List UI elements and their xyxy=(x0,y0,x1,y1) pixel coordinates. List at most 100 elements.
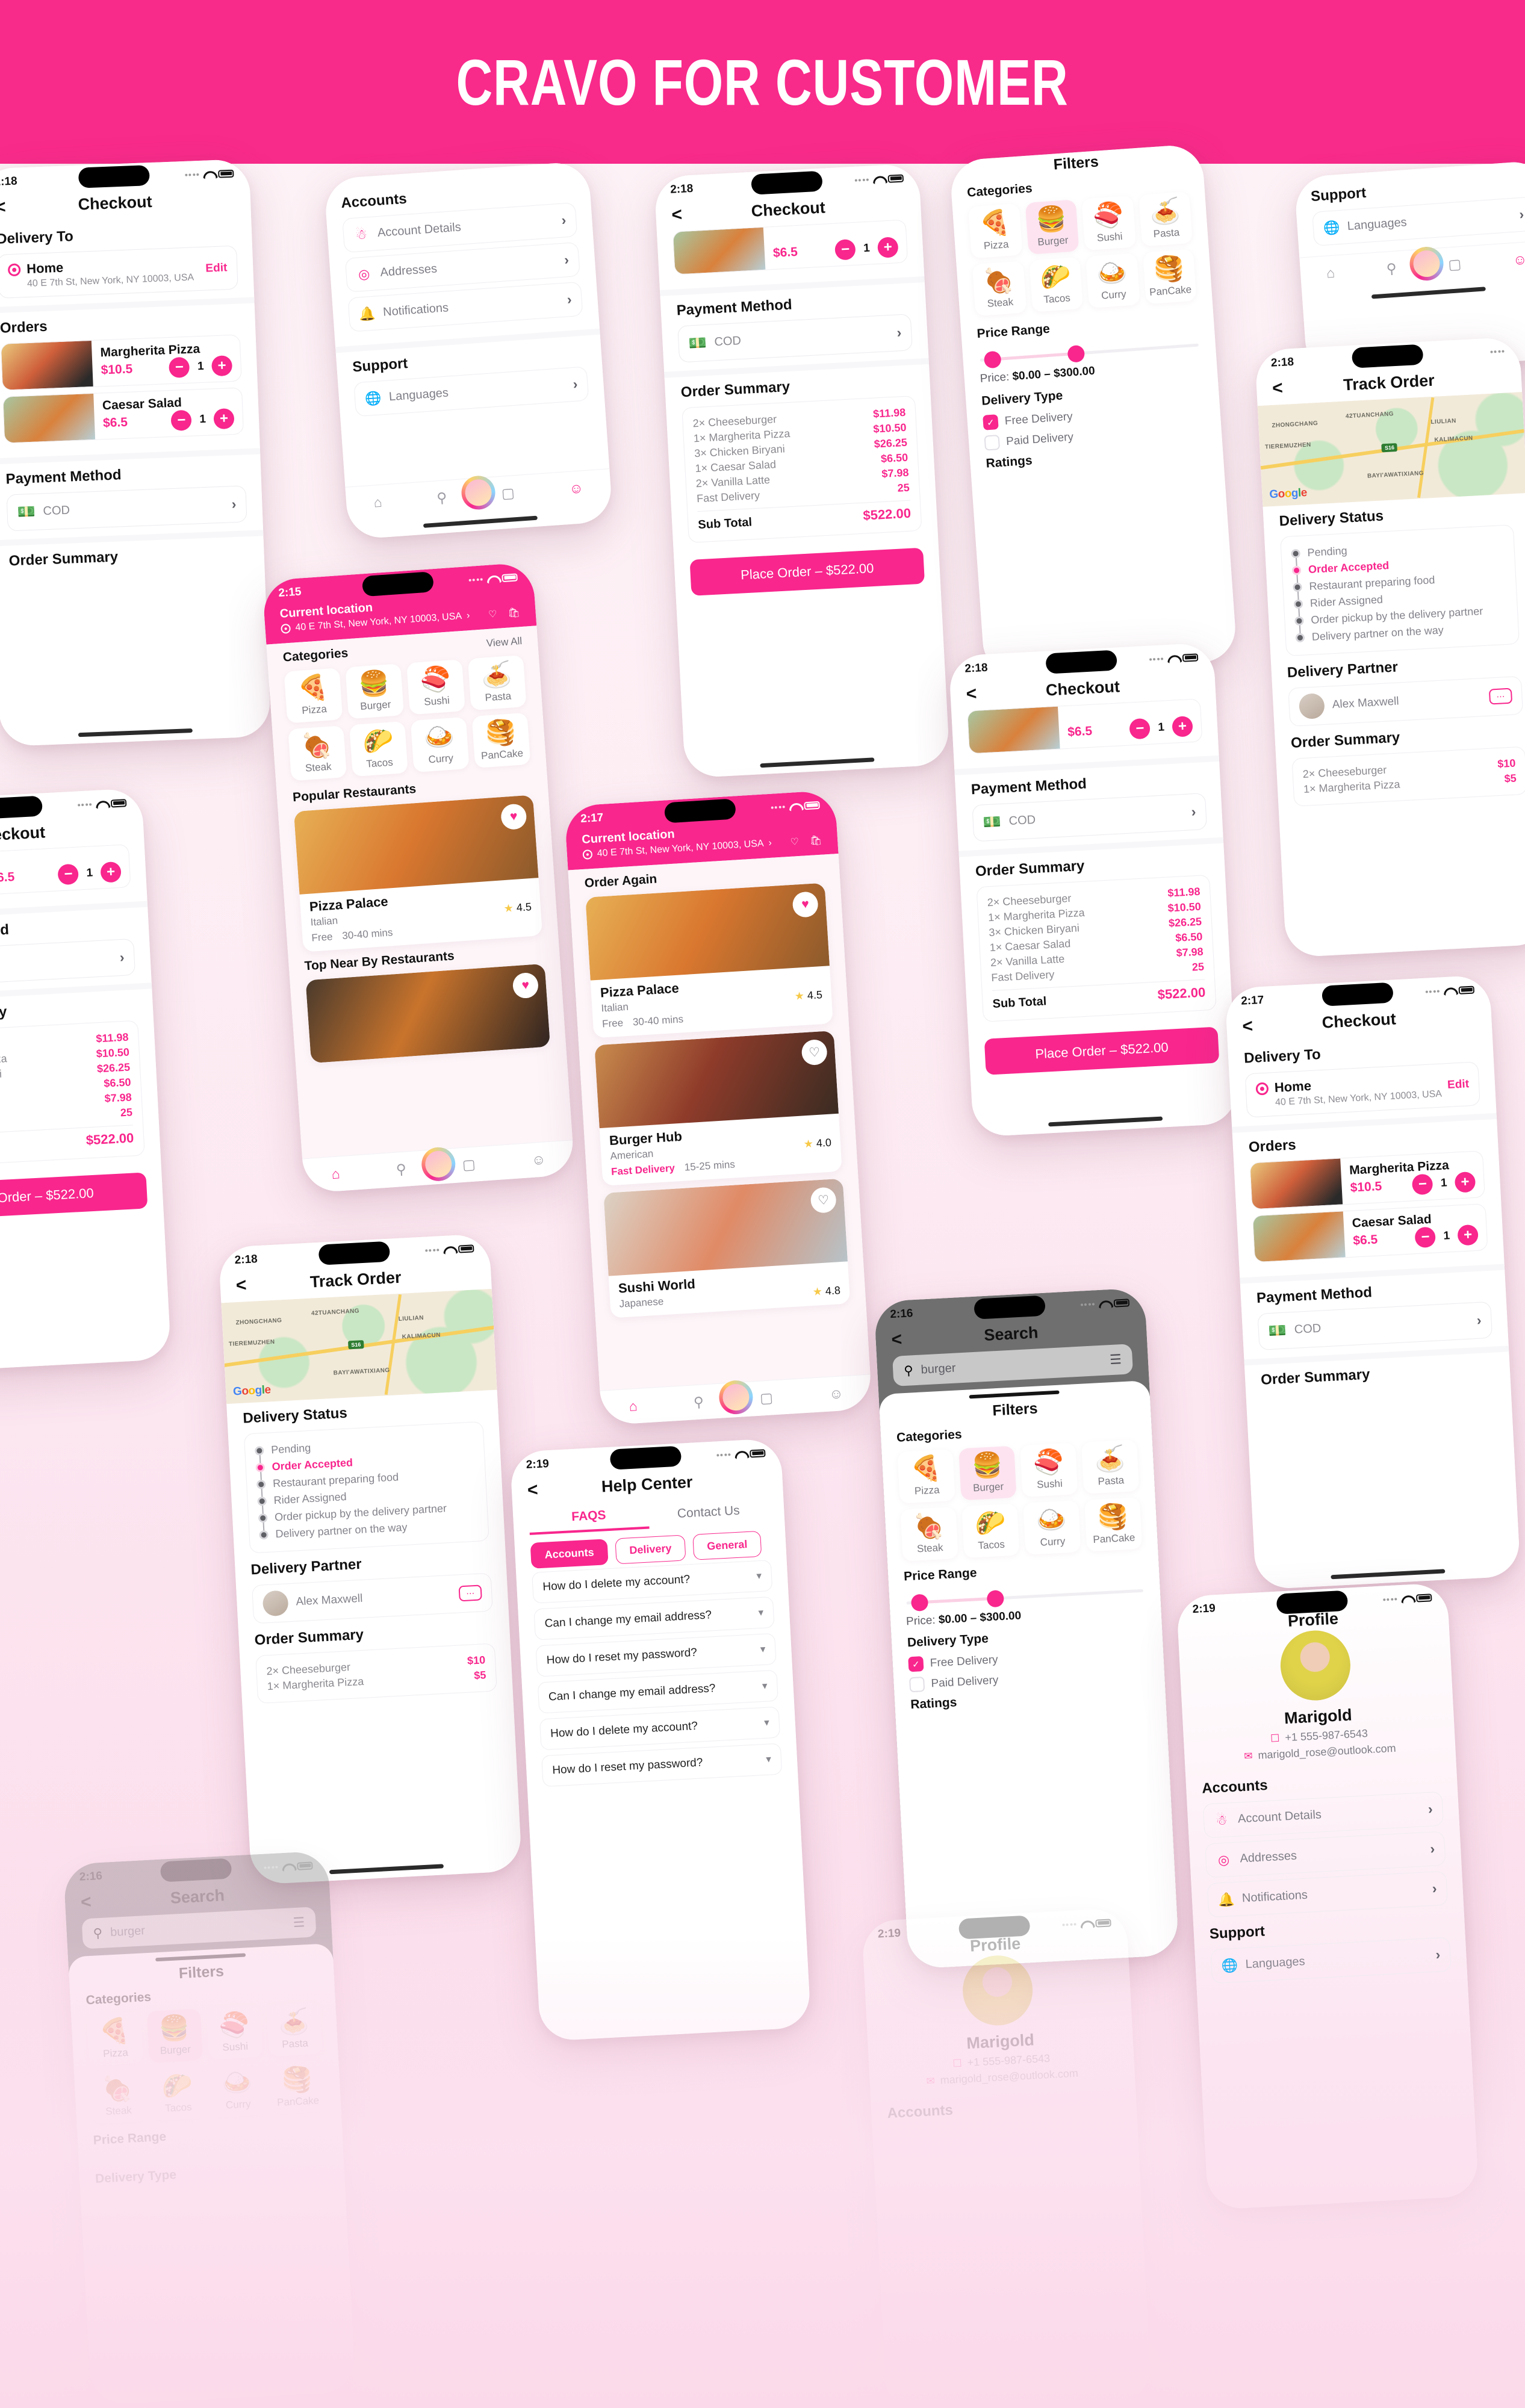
increment-button[interactable]: + xyxy=(211,355,233,377)
category-sushi[interactable]: 🍣 Sushi xyxy=(1081,195,1136,251)
faq-item[interactable]: Can I change my email address? ▾ xyxy=(533,1596,775,1640)
chat-icon[interactable]: ⋯ xyxy=(1488,687,1513,705)
restaurant-card[interactable]: ♡ Sushi World Japanese ★ 4.8 xyxy=(603,1178,851,1318)
category-pancake[interactable]: 🥞 PanCake xyxy=(269,2059,326,2115)
delivery-address-card[interactable]: Home 40 E 7th St, New York, NY 10003, US… xyxy=(0,245,238,299)
tab-profile[interactable]: ☺ xyxy=(531,1151,546,1168)
quantity-stepper[interactable]: − 1 + xyxy=(170,408,235,431)
category-pizza[interactable]: 🍕 Pizza xyxy=(86,2011,143,2067)
edit-address-button[interactable]: Edit xyxy=(1447,1078,1470,1092)
category-tacos[interactable]: 🌮 Tacos xyxy=(149,2066,207,2121)
category-sushi[interactable]: 🍣 Sushi xyxy=(406,659,465,715)
tab-bag[interactable]: ▢ xyxy=(462,1156,476,1173)
back-button[interactable]: < xyxy=(1242,1016,1267,1037)
fab-button[interactable] xyxy=(718,1379,754,1415)
sliders-icon[interactable]: ☰ xyxy=(1109,1351,1122,1368)
faq-item[interactable]: How do I reset my password? ▾ xyxy=(535,1633,777,1677)
category-burger[interactable]: 🍔 Burger xyxy=(1025,199,1079,255)
back-button[interactable]: < xyxy=(80,1892,105,1913)
faq-item[interactable]: How do I reset my password? ▾ xyxy=(541,1743,783,1787)
category-pancake[interactable]: 🥞 PanCake xyxy=(1142,249,1197,305)
increment-button[interactable]: + xyxy=(1454,1171,1476,1193)
decrement-button[interactable]: − xyxy=(834,238,857,261)
decrement-button[interactable]: − xyxy=(170,409,193,431)
tab-home[interactable]: ⌂ xyxy=(373,494,383,511)
heart-icon[interactable]: ♡ xyxy=(488,608,497,621)
increment-button[interactable]: + xyxy=(100,861,122,883)
category-burger[interactable]: 🍔 Burger xyxy=(958,1445,1017,1501)
increment-button[interactable]: + xyxy=(1457,1224,1479,1246)
slider-knob-max[interactable] xyxy=(986,1589,1005,1608)
chip-delivery[interactable]: Delivery xyxy=(615,1534,686,1565)
tab-home[interactable]: ⌂ xyxy=(331,1165,341,1182)
faq-item[interactable]: How do I delete my account? ▾ xyxy=(539,1706,781,1751)
category-pancake[interactable]: 🥞 PanCake xyxy=(1084,1497,1143,1552)
place-order-button[interactable]: Place Order – $522.00 xyxy=(0,1172,148,1221)
slider-knob-min[interactable] xyxy=(984,350,1002,369)
tab-search[interactable]: ⚲ xyxy=(693,1394,704,1410)
back-button[interactable]: < xyxy=(527,1480,552,1500)
payment-method-row[interactable]: 💵 COD › xyxy=(1257,1301,1493,1351)
category-tacos[interactable]: 🌮 Tacos xyxy=(961,1503,1020,1559)
sidebar-item-addresses[interactable]: ◎ Addresses › xyxy=(1205,1831,1446,1878)
category-pasta[interactable]: 🍝 Pasta xyxy=(1138,191,1193,247)
view-all-button[interactable]: View All xyxy=(486,635,522,650)
category-pancake[interactable]: 🥞 PanCake xyxy=(471,712,531,768)
category-burger[interactable]: 🍔 Burger xyxy=(345,663,405,719)
chat-icon[interactable]: ⋯ xyxy=(458,1584,482,1602)
category-curry[interactable]: 🍛 Curry xyxy=(410,716,470,773)
restaurant-card[interactable]: ♥ xyxy=(305,963,551,1064)
fab-button[interactable] xyxy=(420,1146,457,1182)
chip-accounts[interactable]: Accounts xyxy=(530,1539,609,1569)
slider-knob-max[interactable] xyxy=(1067,344,1085,363)
tab-bag[interactable]: ▢ xyxy=(501,485,515,501)
chevron-right-icon[interactable]: › xyxy=(466,610,470,621)
sliders-icon[interactable]: ☰ xyxy=(293,1914,305,1931)
heart-icon[interactable]: ♡ xyxy=(790,836,800,848)
sidebar-item-account-details[interactable]: ☃ Account Details › xyxy=(1202,1791,1444,1839)
place-order-button[interactable]: Place Order – $522.00 xyxy=(984,1026,1220,1075)
increment-button[interactable]: + xyxy=(1172,716,1193,737)
restaurant-card[interactable]: ♥ Pizza Palace Italian ★ 4.5 Free 30-40 mi… xyxy=(585,883,833,1038)
quantity-stepper[interactable]: − 1 + xyxy=(1414,1224,1479,1249)
sidebar-item-languages[interactable]: 🌐 Languages › xyxy=(1210,1937,1452,1984)
back-button[interactable]: < xyxy=(966,684,991,704)
increment-button[interactable]: + xyxy=(213,408,235,430)
category-tacos[interactable]: 🌮 Tacos xyxy=(1028,256,1084,312)
edit-address-button[interactable]: Edit xyxy=(205,261,228,275)
tab-home[interactable]: ⌂ xyxy=(629,1398,638,1415)
chevron-right-icon[interactable]: › xyxy=(768,838,772,849)
tab-search[interactable]: ⚲ xyxy=(436,489,447,506)
tab-profile[interactable]: ☺ xyxy=(828,1385,843,1402)
tab-search[interactable]: ⚲ xyxy=(1386,261,1397,278)
category-sushi[interactable]: 🍣 Sushi xyxy=(206,2005,263,2060)
favorite-icon[interactable]: ♡ xyxy=(810,1187,837,1214)
category-curry[interactable]: 🍛 Curry xyxy=(209,2063,266,2118)
tab-profile[interactable]: ☺ xyxy=(1512,251,1525,268)
category-pasta[interactable]: 🍝 Pasta xyxy=(467,654,527,711)
decrement-button[interactable]: − xyxy=(1412,1173,1433,1196)
quantity-stepper[interactable]: − 1 + xyxy=(169,355,233,379)
decrement-button[interactable]: − xyxy=(57,863,79,886)
category-pizza[interactable]: 🍕 Pizza xyxy=(284,668,343,724)
category-sushi[interactable]: 🍣 Sushi xyxy=(1020,1442,1078,1498)
decrement-button[interactable]: − xyxy=(1414,1226,1436,1249)
payment-method-row[interactable]: 💵 COD › xyxy=(972,793,1208,842)
category-pizza[interactable]: 🍕 Pizza xyxy=(967,203,1023,259)
favorite-icon[interactable]: ♥ xyxy=(792,891,819,918)
bag-icon[interactable]: 🛍 xyxy=(809,834,822,847)
quantity-stepper[interactable]: − 1 + xyxy=(1412,1171,1476,1196)
category-tacos[interactable]: 🌮 Tacos xyxy=(349,721,408,777)
order-item[interactable]: Caesar Salad $6.5 − 1 + xyxy=(2,387,244,444)
avatar[interactable] xyxy=(1278,1628,1352,1702)
payment-method-row[interactable]: 💵 COD › xyxy=(0,938,136,988)
restaurant-card[interactable]: ♡ Burger Hub American ★ 4.0 Fast Delivery… xyxy=(594,1031,842,1186)
increment-button[interactable]: + xyxy=(877,237,899,258)
tab-bag[interactable]: ▢ xyxy=(1448,256,1462,273)
tab-profile[interactable]: ☺ xyxy=(569,480,584,497)
delivery-address-card[interactable]: Home 40 E 7th St, New York, NY 10003, US… xyxy=(1244,1061,1480,1118)
sidebar-item-languages[interactable]: 🌐 Languages › xyxy=(1312,196,1525,246)
category-steak[interactable]: 🍖 Steak xyxy=(972,261,1027,317)
category-pasta[interactable]: 🍝 Pasta xyxy=(1081,1439,1140,1494)
place-order-button[interactable]: Place Order – $522.00 xyxy=(689,547,925,596)
